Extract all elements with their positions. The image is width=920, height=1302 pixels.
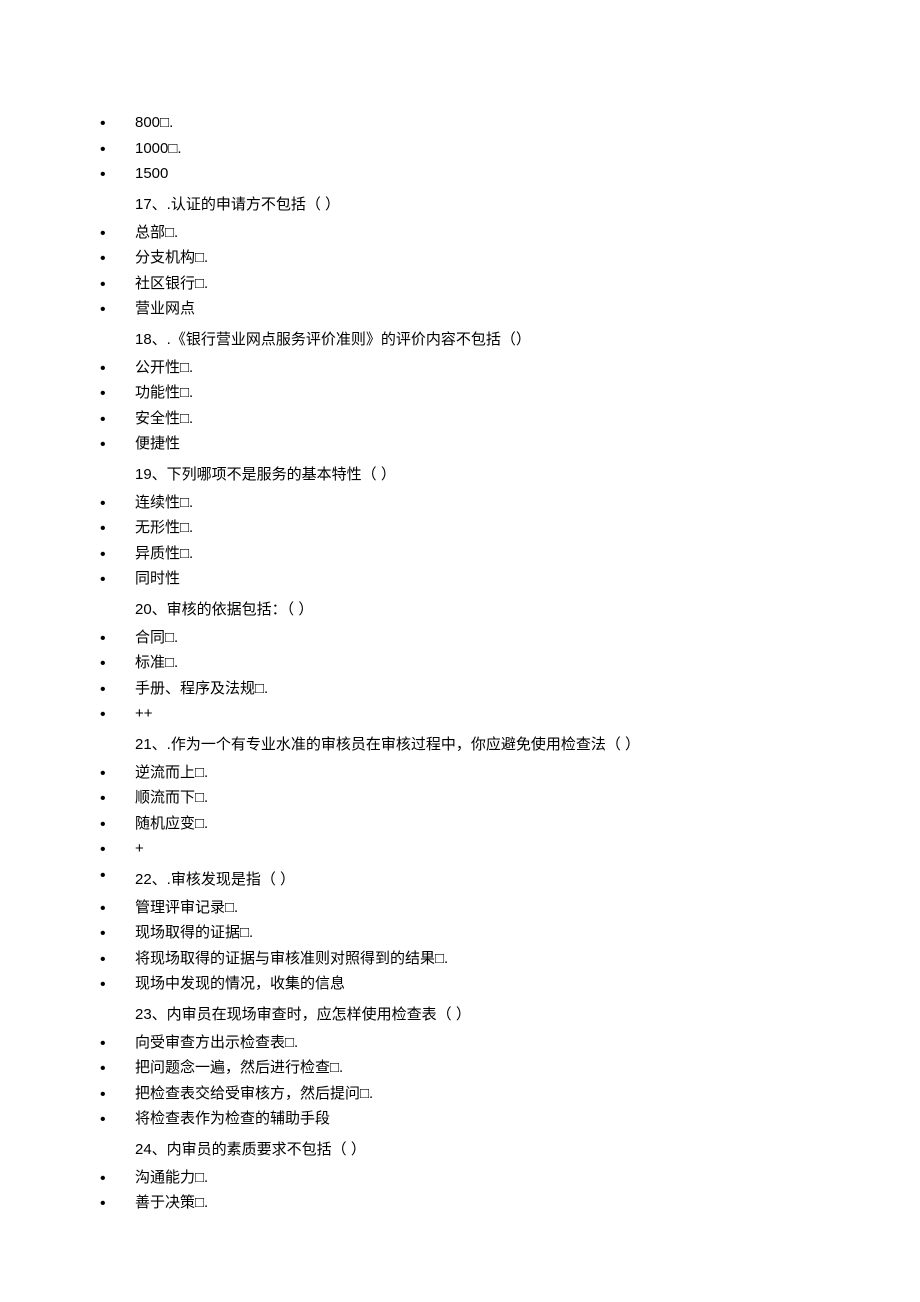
option-item: 把检查表交给受审核方，然后提问□.: [100, 1081, 920, 1107]
option-item: 善于决策□.: [100, 1190, 920, 1216]
option-item: 1500: [100, 161, 920, 187]
option-item: 公开性□.: [100, 355, 920, 381]
option-item: 社区银行□.: [100, 271, 920, 297]
question-text: 19、下列哪项不是服务的基本特性（ ）: [0, 463, 920, 487]
option-item: 便捷性: [100, 431, 920, 457]
option-item: 将检查表作为检查的辅助手段: [100, 1106, 920, 1132]
option-item: 逆流而上□.: [100, 760, 920, 786]
question-text: 24、内审员的素质要求不包括（ ）: [0, 1138, 920, 1162]
option-list: 800□.1000□.1500: [0, 110, 920, 187]
option-item: 合同□.: [100, 625, 920, 651]
option-item: 无形性□.: [100, 515, 920, 541]
option-item: 顺流而下□.: [100, 785, 920, 811]
option-item: 总部□.: [100, 220, 920, 246]
option-item: 现场取得的证据□.: [100, 920, 920, 946]
option-item: 连续性□.: [100, 490, 920, 516]
option-item: 随机应变□.: [100, 811, 920, 837]
question-text: 22、.审核发现是指（ ）: [0, 868, 920, 892]
option-item: 安全性□.: [100, 406, 920, 432]
option-list: 合同□.标准□.手册、程序及法规□.++: [0, 625, 920, 727]
option-item: ++: [100, 701, 920, 727]
option-list: 总部□.分支机构□.社区银行□.营业网点: [0, 220, 920, 322]
question-text: 18、.《银行营业网点服务评价准则》的评价内容不包括（）: [0, 328, 920, 352]
option-list: 沟通能力□.善于决策□.: [0, 1165, 920, 1216]
question-text: 17、.认证的申请方不包括（ ）: [0, 193, 920, 217]
option-list: 向受审查方出示检查表□.把问题念一遍，然后进行检查□.把检查表交给受审核方，然后…: [0, 1030, 920, 1132]
option-list: 连续性□.无形性□.异质性□.同时性: [0, 490, 920, 592]
option-item: 同时性: [100, 566, 920, 592]
option-item: 标准□.: [100, 650, 920, 676]
question-text: 23、内审员在现场审查时，应怎样使用检查表（ ）: [0, 1003, 920, 1027]
option-list: 逆流而上□.顺流而下□.随机应变□.+: [0, 760, 920, 862]
option-item: 现场中发现的情况，收集的信息: [100, 971, 920, 997]
option-item: 功能性□.: [100, 380, 920, 406]
option-item: 手册、程序及法规□.: [100, 676, 920, 702]
option-item: 营业网点: [100, 296, 920, 322]
option-item: 沟通能力□.: [100, 1165, 920, 1191]
option-item: 异质性□.: [100, 541, 920, 567]
question-text: 21、.作为一个有专业水准的审核员在审核过程中，你应避免使用检查法（ ）: [0, 733, 920, 757]
option-item: 将现场取得的证据与审核准则对照得到的结果□.: [100, 946, 920, 972]
option-list: 管理评审记录□.现场取得的证据□.将现场取得的证据与审核准则对照得到的结果□.现…: [0, 895, 920, 997]
option-list: 公开性□.功能性□.安全性□.便捷性: [0, 355, 920, 457]
option-item: 向受审查方出示检查表□.: [100, 1030, 920, 1056]
option-item: +: [100, 836, 920, 862]
option-item: 800□.: [100, 110, 920, 136]
option-item: 管理评审记录□.: [100, 895, 920, 921]
option-item: 分支机构□.: [100, 245, 920, 271]
question-text: 20、审核的依据包括：（ ）: [0, 598, 920, 622]
document-content: 800□.1000□.1500 17、.认证的申请方不包括（ ） 总部□.分支机构□…: [0, 110, 920, 1216]
option-item: 1000□.: [100, 136, 920, 162]
option-item: 把问题念一遍，然后进行检查□.: [100, 1055, 920, 1081]
